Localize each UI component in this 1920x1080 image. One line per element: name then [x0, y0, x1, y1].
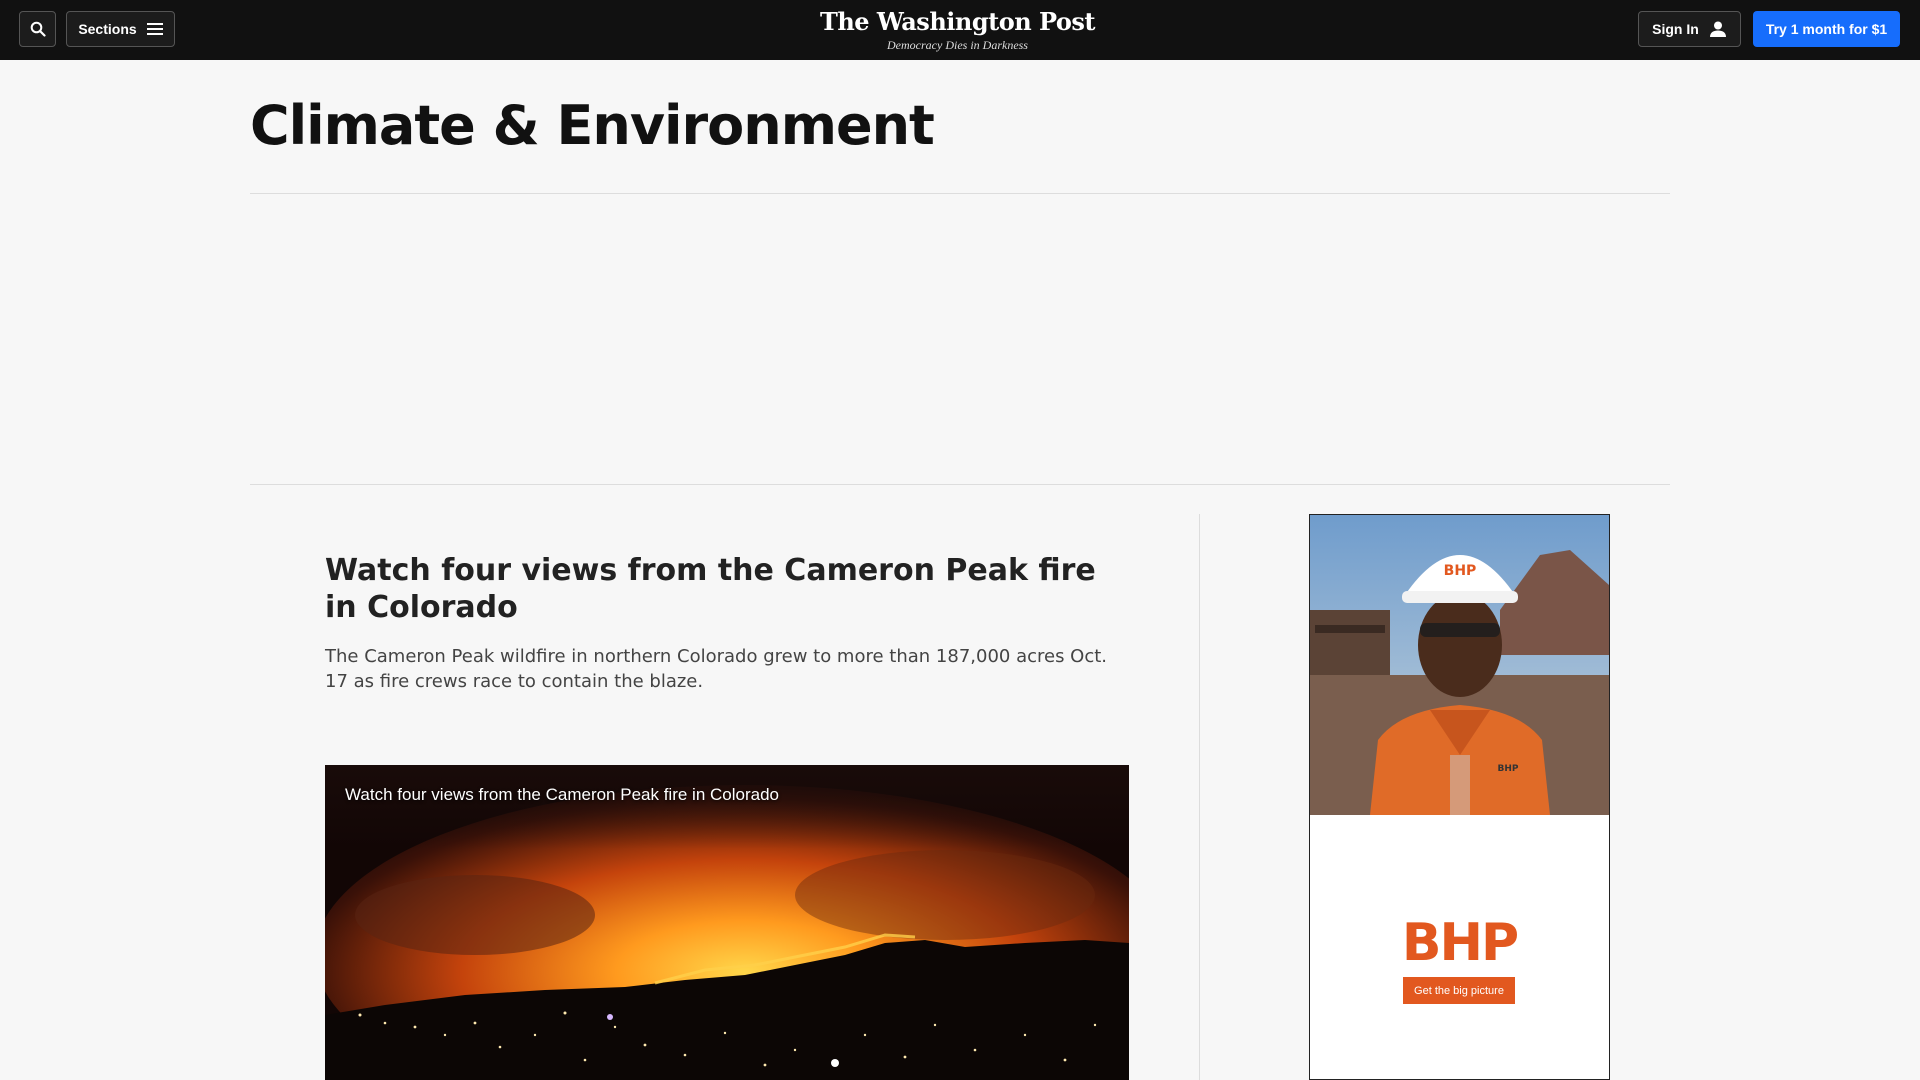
svg-text:BHP: BHP	[1498, 764, 1519, 774]
banner-ad-slot	[250, 194, 1670, 484]
masthead[interactable]: The Washington Post Democracy Dies in Da…	[760, 8, 1155, 53]
site-tagline: Democracy Dies in Darkness	[887, 38, 1028, 52]
sign-in-button[interactable]: Sign In	[1638, 11, 1741, 47]
ad-photo: BHP BHP	[1310, 515, 1609, 815]
subscribe-button[interactable]: Try 1 month for $1	[1753, 11, 1900, 47]
ad-brand-logo[interactable]: BHP	[1310, 915, 1609, 971]
sign-in-label: Sign In	[1652, 21, 1699, 37]
svg-text:BHP: BHP	[1444, 563, 1477, 579]
video-thumbnail	[325, 765, 1129, 1080]
site-logo[interactable]: The Washington Post	[760, 8, 1155, 36]
search-icon	[30, 21, 46, 37]
top-nav-bar: Sections The Washington Post Democracy D…	[0, 0, 1920, 60]
sidebar-ad[interactable]: BHP BHP BHP Get the big picture	[1309, 514, 1610, 1080]
video-player[interactable]: Watch four views from the Cameron Peak f…	[325, 765, 1129, 1080]
column-divider	[1199, 514, 1200, 1080]
sections-button[interactable]: Sections	[66, 11, 175, 47]
hamburger-menu-icon	[146, 23, 163, 35]
divider	[250, 484, 1670, 485]
video-title: Watch four views from the Cameron Peak f…	[345, 785, 779, 804]
search-button[interactable]	[19, 11, 56, 47]
ad-cta-button[interactable]: Get the big picture	[1403, 977, 1515, 1004]
sections-label: Sections	[78, 21, 137, 37]
user-icon	[1709, 21, 1726, 37]
section-title: Climate & Environment	[250, 94, 935, 157]
article-headline[interactable]: Watch four views from the Cameron Peak f…	[325, 552, 1105, 626]
article-blurb: The Cameron Peak wildfire in northern Co…	[325, 646, 1108, 692]
